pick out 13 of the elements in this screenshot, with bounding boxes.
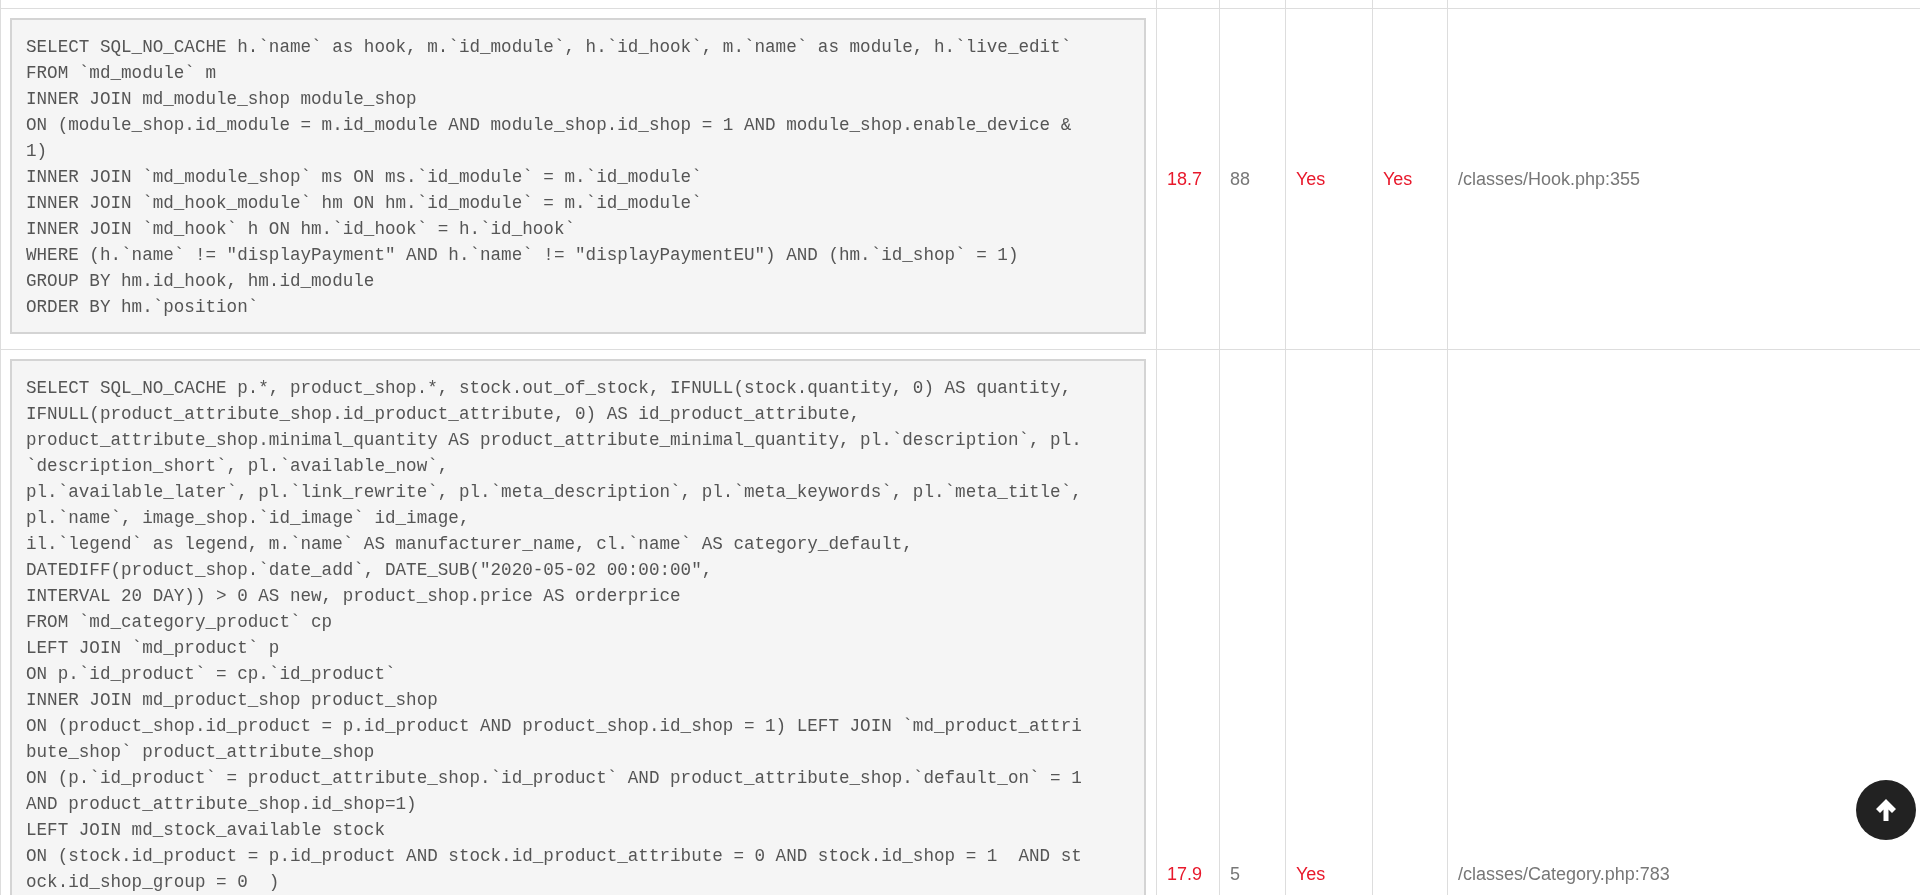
sql-query-code: SELECT SQL_NO_CACHE p.*, product_shop.*, stock.out_of_stock, IFNULL(stock.quantity, 0) AS quantity, IFNULL(product_attribute_shop.id_product_attribute, 0) AS id_product_attribute, product_attribute_shop.minimal_quantity AS product_attribute_minimal_quantity, pl.`description`, pl. `description_short`, pl.`available_now`, pl.`available_later`, pl.`link_rewrite`, pl.`meta_description`, pl.`meta_keywords`, pl.`meta_title`, pl.`name`, image_shop.`id_image` id_image, il.`legend` as legend, m.`name` AS manufacturer_name, cl.`name` AS category_default, DATEDIFF(product_shop.`date_add`, DATE_SUB("2020-05-02 00:00:00", INTERVAL 20 DAY)) > 0 AS new, product_shop.price AS orderprice FROM `md_category_product` cp LEFT JOIN `md_product` p ON p.`id_product` = cp.`id_product` INNER JOIN md_product_shop product_shop ON (product_shop.id_product = p.id_product AND product_shop.id_shop = 1) LEFT JOIN `md_product_attri bute_shop` product_attribute_shop ON (p.`id_product` = product_attribute_shop.`id_product` AND product_attribute_shop.`default_on` = 1 AND product_attribute_shop.id_shop=1) LEFT JOIN md_stock_available stock ON (stock.id_product = p.id_product AND stock.id_product_attribute = 0 AND stock.id_shop = 1 AND st ock.id_shop_group = 0 ) bbox=[10, 359, 1146, 895]
scroll-to-top-button[interactable] bbox=[1856, 780, 1916, 840]
sql-query-code: SELECT SQL_NO_CACHE h.`name` as hook, m.`id_module`, h.`id_hook`, m.`name` as module, h.`live_edit` FROM `md_module` m INNER JOIN md_module_shop module_shop ON (module_shop.id_module = m.id_module AND module_shop.id_shop = 1 AND module_shop.enable_device & 1) INNER JOIN `md_module_shop` ms ON ms.`id_module` = m.`id_module` INNER JOIN `md_hook_module` hm ON hm.`id_module` = m.`id_module` INNER JOIN `md_hook` h ON hm.`id_hook` = h.`id_hook` WHERE (h.`name` != "displayPayment" AND h.`name` != "displayPaymentEU") AND (hm.`id_shop` = 1) GROUP BY hm.id_hook, hm.id_module ORDER BY hm.`position` bbox=[10, 18, 1146, 334]
time-value: 17.9 bbox=[1167, 863, 1203, 885]
arrow-up-icon bbox=[1874, 797, 1898, 823]
flag-value: Yes bbox=[1296, 863, 1326, 885]
flag-value: Yes bbox=[1296, 168, 1326, 190]
file-path: /classes/Category.php:783 bbox=[1458, 863, 1670, 885]
time-value: 18.7 bbox=[1167, 168, 1203, 190]
flag-value: Yes bbox=[1383, 168, 1413, 190]
count-value: 88 bbox=[1230, 168, 1251, 190]
file-path: /classes/Hook.php:355 bbox=[1458, 168, 1641, 190]
count-value: 5 bbox=[1230, 863, 1240, 885]
